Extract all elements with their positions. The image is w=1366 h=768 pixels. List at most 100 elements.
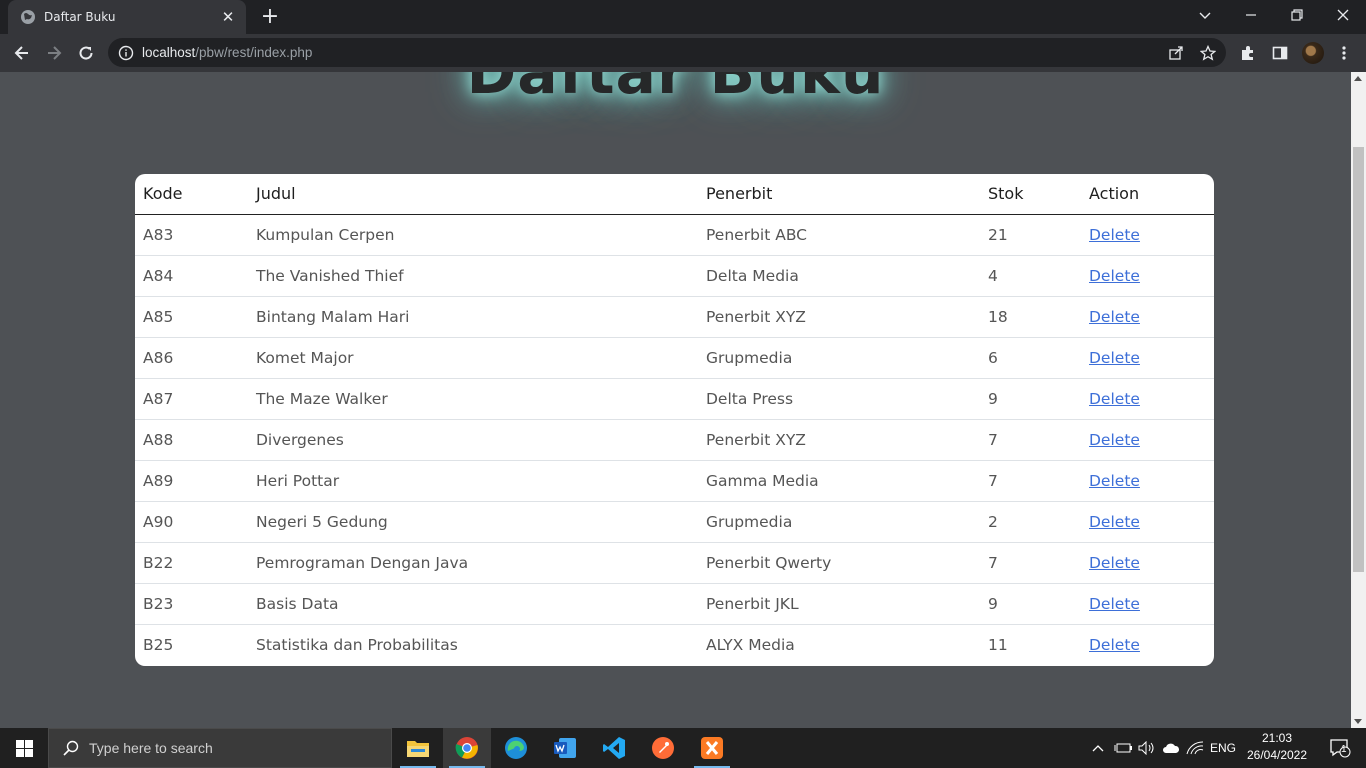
table-row: A87 The Maze Walker Delta Press 9 Delete <box>135 378 1214 420</box>
cell-judul: Basis Data <box>248 583 698 625</box>
cell-stok: 4 <box>980 255 1081 297</box>
taskbar-file-explorer[interactable] <box>394 728 442 768</box>
column-header-stok: Stok <box>980 174 1081 215</box>
word-icon <box>554 738 576 758</box>
cell-kode: A88 <box>135 419 248 461</box>
cell-judul: Bintang Malam Hari <box>248 296 698 338</box>
battery-icon[interactable] <box>1112 728 1134 768</box>
delete-link[interactable]: Delete <box>1089 431 1140 449</box>
delete-link[interactable]: Delete <box>1089 308 1140 326</box>
cell-action: Delete <box>1081 542 1214 584</box>
taskbar-postman[interactable] <box>639 728 687 768</box>
page-scrollbar[interactable] <box>1351 72 1366 728</box>
cell-judul: The Maze Walker <box>248 378 698 420</box>
side-panel-button[interactable] <box>1266 39 1294 67</box>
cell-stok: 9 <box>980 583 1081 625</box>
close-window-button[interactable] <box>1320 0 1366 30</box>
delete-link[interactable]: Delete <box>1089 349 1140 367</box>
cell-action: Delete <box>1081 460 1214 502</box>
xampp-icon <box>701 737 723 759</box>
search-icon <box>63 740 79 756</box>
cell-action: Delete <box>1081 501 1214 543</box>
cell-kode: B25 <box>143 635 174 654</box>
cell-penerbit: Gamma Media <box>698 460 980 502</box>
cell-judul: Heri Pottar <box>248 460 698 502</box>
kebab-menu-icon <box>1342 46 1346 60</box>
cell-judul: Divergenes <box>248 419 698 461</box>
share-icon[interactable] <box>1162 38 1190 67</box>
close-tab-icon[interactable]: ✕ <box>220 8 236 26</box>
cell-judul: Pemrograman Dengan Java <box>248 542 698 584</box>
table-row: A83 Kumpulan Cerpen Penerbit ABC 21 Dele… <box>135 214 1214 256</box>
system-clock[interactable]: 21:03 26/04/2022 <box>1240 730 1314 764</box>
cell-kode: B23 <box>135 583 248 625</box>
chrome-icon <box>455 737 478 759</box>
restore-button[interactable] <box>1274 0 1320 30</box>
cell-action: Delete <box>1081 378 1214 420</box>
browser-tab[interactable]: Daftar Buku ✕ <box>8 0 246 34</box>
scroll-up-arrow-icon[interactable] <box>1354 76 1362 81</box>
reload-icon <box>79 46 93 60</box>
start-button[interactable] <box>0 728 48 768</box>
cell-kode: A89 <box>135 460 248 502</box>
table-row: A84 The Vanished Thief Delta Media 4 Del… <box>135 255 1214 297</box>
back-button[interactable] <box>8 39 36 67</box>
cell-judul: Statistika dan Probabilitas <box>256 635 458 654</box>
cell-penerbit: ALYX Media <box>706 635 795 654</box>
search-placeholder: Type here to search <box>89 740 213 756</box>
delete-link[interactable]: Delete <box>1089 554 1140 572</box>
puzzle-icon <box>1242 46 1253 60</box>
reload-button[interactable] <box>72 39 100 67</box>
bookmark-star-icon[interactable] <box>1194 38 1222 67</box>
cell-penerbit: Penerbit XYZ <box>698 296 980 338</box>
cell-stok: 21 <box>980 214 1081 256</box>
forward-button[interactable] <box>40 39 68 67</box>
taskbar-edge[interactable] <box>492 728 540 768</box>
table-row: A86 Komet Major Grupmedia 6 Delete <box>135 337 1214 379</box>
vscode-icon <box>603 737 625 759</box>
cell-action: Delete <box>1081 419 1214 461</box>
delete-link[interactable]: Delete <box>1089 226 1140 244</box>
taskbar-search-box[interactable]: Type here to search <box>48 728 392 768</box>
minimize-button[interactable] <box>1228 0 1274 30</box>
cell-kode: A86 <box>135 337 248 379</box>
volume-icon[interactable] <box>1136 728 1158 768</box>
cell-action: Delete <box>1081 296 1214 338</box>
tab-search-chevron-icon[interactable] <box>1182 0 1228 30</box>
taskbar-word[interactable] <box>541 728 589 768</box>
taskbar-chrome[interactable] <box>443 728 491 768</box>
cell-penerbit: Penerbit Qwerty <box>698 542 980 584</box>
cell-stok: 9 <box>980 378 1081 420</box>
delete-link[interactable]: Delete <box>1089 513 1140 531</box>
cell-action: Delete <box>1081 624 1214 665</box>
table-row: B25 Statistika dan Probabilitas ALYX Med… <box>135 624 1214 665</box>
delete-link[interactable]: Delete <box>1089 636 1140 654</box>
cell-judul: The Vanished Thief <box>248 255 698 297</box>
scrollbar-thumb[interactable] <box>1353 147 1364 572</box>
delete-link[interactable]: Delete <box>1089 267 1140 285</box>
info-icon[interactable] <box>118 45 134 61</box>
profile-avatar[interactable] <box>1302 42 1324 64</box>
cell-stok: 7 <box>980 542 1081 584</box>
delete-link[interactable]: Delete <box>1089 595 1140 613</box>
delete-link[interactable]: Delete <box>1089 390 1140 408</box>
scroll-down-arrow-icon[interactable] <box>1354 719 1362 724</box>
taskbar-vscode[interactable] <box>590 728 638 768</box>
address-bar[interactable]: localhost/pbw/rest/index.php <box>108 38 1226 67</box>
cell-judul: Komet Major <box>248 337 698 379</box>
new-tab-button[interactable]: + <box>257 4 283 30</box>
browser-menu-button[interactable] <box>1330 39 1358 67</box>
cell-penerbit: Delta Press <box>698 378 980 420</box>
notification-center-button[interactable]: 1 <box>1320 728 1360 768</box>
cell-stok: 11 <box>988 635 1008 654</box>
show-hidden-icons-chevron-icon[interactable] <box>1088 728 1108 768</box>
extensions-button[interactable] <box>1234 39 1262 67</box>
wifi-icon[interactable] <box>1184 728 1206 768</box>
onedrive-cloud-icon[interactable] <box>1160 728 1182 768</box>
column-header-action: Action <box>1081 174 1214 215</box>
cell-penerbit: Penerbit ABC <box>698 214 980 256</box>
language-indicator[interactable]: ENG <box>1208 728 1238 768</box>
column-header-penerbit: Penerbit <box>698 174 980 215</box>
delete-link[interactable]: Delete <box>1089 472 1140 490</box>
taskbar-xampp[interactable] <box>688 728 736 768</box>
